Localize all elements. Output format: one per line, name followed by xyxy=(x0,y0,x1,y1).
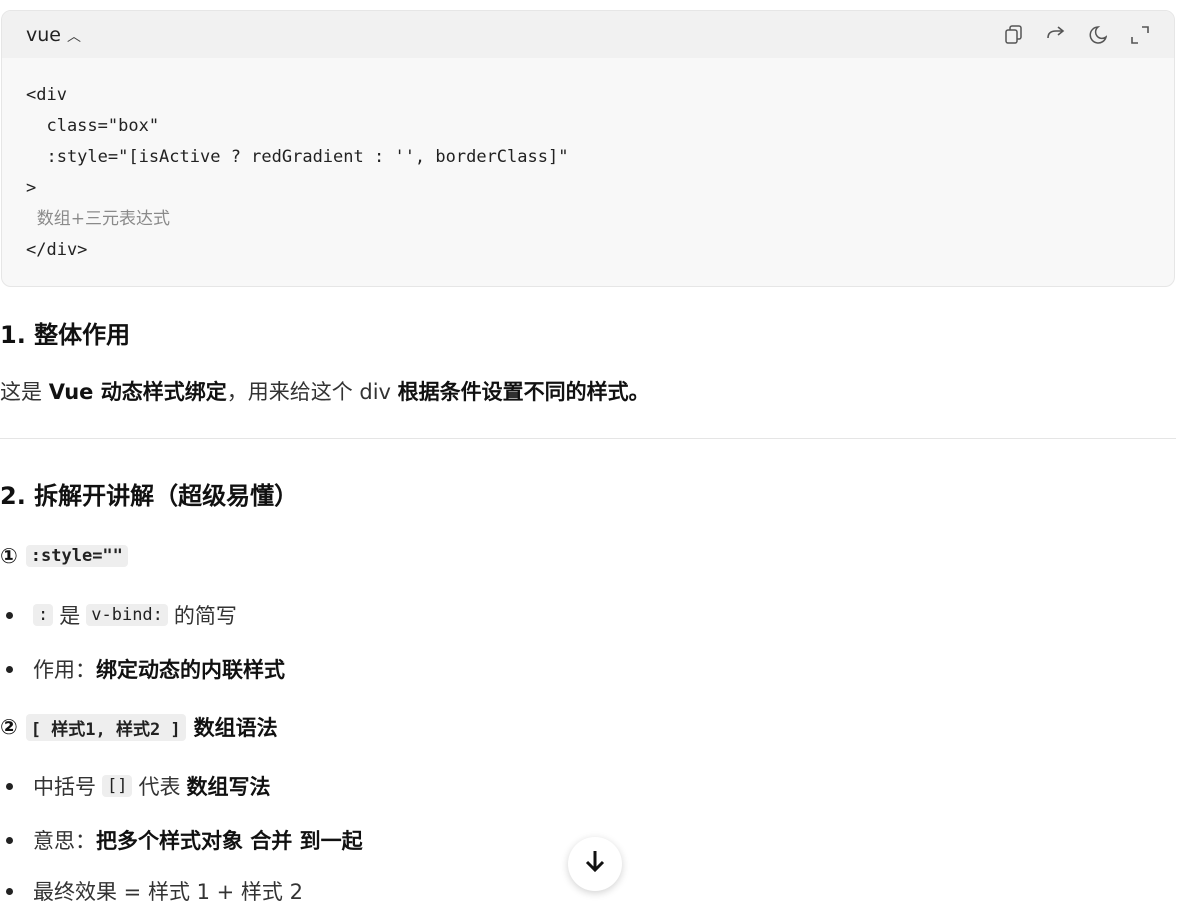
code-header: vue ︿ xyxy=(2,11,1174,58)
bullet-icon xyxy=(6,611,13,619)
text: 作用： xyxy=(33,658,96,682)
bold-text: 把多个样式对象 合并 到一起 xyxy=(96,829,363,853)
subheading-array-syntax: ② [ 样式1, 样式2 ] 数组语法 xyxy=(0,712,278,742)
inline-code: [] xyxy=(102,775,133,797)
bold-text: Vue 动态样式绑定 xyxy=(48,380,227,404)
inline-code: [ 样式1, 样式2 ] xyxy=(25,713,186,741)
text: 的简写 xyxy=(173,604,237,628)
bold-text: 根据条件设置不同的样式。 xyxy=(397,380,650,404)
arrow-down-icon xyxy=(584,849,606,880)
bold-text: 绑定动态的内联样式 xyxy=(96,658,285,682)
text: 代表 xyxy=(138,775,181,799)
code-line: > xyxy=(26,178,37,198)
text: ，用来给这个 div xyxy=(226,380,398,404)
inline-code: v-bind: xyxy=(86,604,168,626)
list-item: : 是 v-bind: 的简写 xyxy=(0,600,237,630)
subheading-style-binding: ① :style="" xyxy=(0,544,128,568)
theme-moon-icon[interactable] xyxy=(1088,25,1108,45)
text: 最终效果 = 样式 1 + 样式 2 xyxy=(33,880,303,904)
scroll-down-button[interactable] xyxy=(568,837,622,891)
copy-icon[interactable] xyxy=(1004,24,1024,45)
text: 这是 xyxy=(0,380,49,404)
text: 是 xyxy=(59,604,81,628)
code-line: 数组+三元表达式 xyxy=(26,209,171,229)
code-language: vue xyxy=(26,23,61,46)
code-language-toggle[interactable]: vue ︿ xyxy=(26,24,81,46)
code-line: <div xyxy=(26,85,67,105)
inline-code: :style="" xyxy=(25,545,128,567)
code-line: </div> xyxy=(26,240,88,260)
bullet-icon xyxy=(6,887,13,895)
text: 数组语法 xyxy=(193,716,278,740)
share-icon[interactable] xyxy=(1046,25,1066,45)
section1-paragraph: 这是 Vue 动态样式绑定，用来给这个 div 根据条件设置不同的样式。 xyxy=(0,376,650,406)
circled-number: ② xyxy=(0,715,18,739)
list-item: 作用： 绑定动态的内联样式 xyxy=(0,654,285,684)
section-heading-1: 1. 整体作用 xyxy=(0,321,131,349)
list-item: 意思： 把多个样式对象 合并 到一起 xyxy=(0,825,363,855)
list-item: 最终效果 = 样式 1 + 样式 2 xyxy=(0,876,303,906)
code-block: vue ︿ <div class="box" :style="[isActive… xyxy=(1,10,1175,287)
bullet-icon xyxy=(6,665,13,673)
chevron-up-icon: ︿ xyxy=(66,28,81,45)
inline-code: : xyxy=(33,604,54,626)
divider xyxy=(0,438,1176,439)
code-toolbar xyxy=(1004,24,1150,45)
bullet-icon xyxy=(6,836,13,844)
code-line: class="box" xyxy=(26,116,160,136)
text: 中括号 xyxy=(33,775,96,799)
circled-number: ① xyxy=(0,544,18,568)
bold-text: 数组写法 xyxy=(186,775,271,799)
section-heading-2: 2. 拆解开讲解（超级易懂） xyxy=(0,482,299,510)
bullet-icon xyxy=(6,782,13,790)
code-content: <div class="box" :style="[isActive ? red… xyxy=(2,58,1174,286)
code-line: :style="[isActive ? redGradient : '', bo… xyxy=(26,147,569,167)
expand-icon[interactable] xyxy=(1130,25,1150,45)
list-item: 中括号 [] 代表 数组写法 xyxy=(0,771,270,801)
text: 意思： xyxy=(33,829,96,853)
